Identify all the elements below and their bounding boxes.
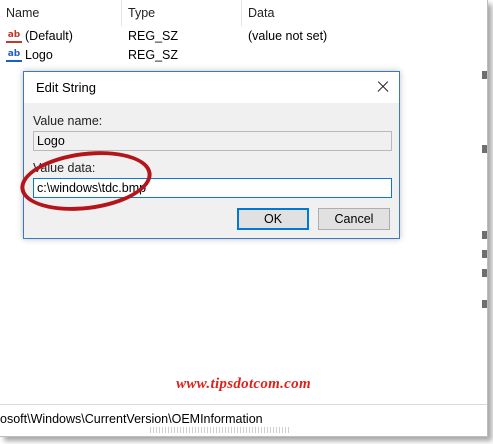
value-data-field[interactable] bbox=[33, 178, 392, 198]
registry-editor-window: Name Type Data ab (Default) REG_SZ (valu… bbox=[0, 0, 488, 437]
scroll-marker bbox=[482, 145, 487, 153]
dialog-title: Edit String bbox=[36, 80, 96, 95]
watermark-text: www.tipsdotcom.com bbox=[176, 376, 311, 392]
scroll-marker bbox=[482, 71, 487, 79]
value-name-field[interactable] bbox=[33, 131, 392, 151]
column-header-name[interactable]: Name bbox=[0, 0, 122, 26]
string-value-icon: ab bbox=[6, 49, 22, 62]
close-icon[interactable] bbox=[371, 76, 395, 98]
scroll-marker bbox=[482, 269, 487, 277]
edit-string-dialog: Edit String Value name: Value data: OK C… bbox=[23, 71, 400, 239]
scroll-marker bbox=[482, 231, 487, 239]
dialog-titlebar[interactable]: Edit String bbox=[24, 72, 399, 103]
row-name: Logo bbox=[25, 48, 53, 62]
status-grip bbox=[150, 427, 290, 433]
string-value-icon: ab bbox=[6, 30, 22, 43]
list-row-default[interactable]: ab (Default) REG_SZ (value not set) bbox=[0, 27, 487, 46]
row-type: REG_SZ bbox=[128, 29, 179, 43]
list-row-logo[interactable]: ab Logo REG_SZ bbox=[0, 46, 487, 65]
value-data-label: Value data: bbox=[33, 161, 96, 175]
row-type: REG_SZ bbox=[128, 48, 179, 62]
row-name: (Default) bbox=[25, 29, 73, 43]
scroll-marker bbox=[482, 300, 487, 308]
column-header-type[interactable]: Type bbox=[122, 0, 242, 26]
list-header: Name Type Data bbox=[0, 0, 487, 26]
scroll-marker bbox=[482, 250, 487, 258]
row-data: (value not set) bbox=[248, 29, 328, 43]
column-header-data[interactable]: Data bbox=[242, 0, 487, 26]
status-bar: osoft\Windows\CurrentVersion\OEMInformat… bbox=[0, 404, 487, 433]
ok-button[interactable]: OK bbox=[237, 208, 309, 230]
cancel-button[interactable]: Cancel bbox=[318, 208, 390, 230]
status-path: osoft\Windows\CurrentVersion\OEMInformat… bbox=[0, 412, 263, 426]
value-name-label: Value name: bbox=[33, 114, 103, 128]
